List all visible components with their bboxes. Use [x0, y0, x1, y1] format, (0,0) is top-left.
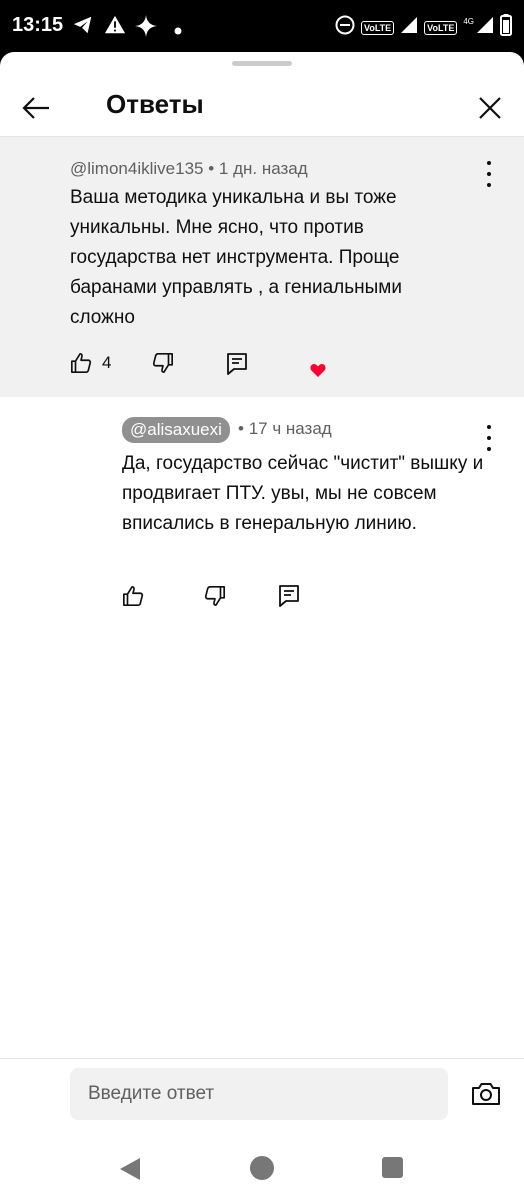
thumb-up-icon: [123, 586, 144, 606]
heart-icon: [310, 364, 326, 377]
nav-back-icon: [120, 1158, 140, 1180]
reply-icon: [227, 353, 247, 375]
bottom-divider: [0, 1058, 524, 1059]
reply-meta: • 17 ч назад: [238, 419, 332, 439]
volte-badge-2: VoLTE: [424, 20, 458, 35]
comment-meta: @limon4iklive135 • 1 дн. назад: [70, 159, 308, 179]
back-button[interactable]: [16, 88, 56, 128]
parent-comment: @limon4iklive135 • 1 дн. назад Ваша мето…: [0, 137, 524, 397]
like-button[interactable]: 4: [70, 352, 111, 374]
reply-author-chip[interactable]: @alisaxuexi: [122, 417, 230, 443]
reply-time: 17 ч назад: [248, 419, 332, 438]
reply-button[interactable]: [226, 352, 248, 376]
reply-icon: [279, 585, 299, 607]
reply-more-options-button[interactable]: [478, 425, 500, 451]
reply-comment: @alisaxuexi • 17 ч назад Да, государство…: [0, 397, 524, 657]
signal-icon-2: [476, 16, 494, 39]
reply-input[interactable]: [70, 1068, 448, 1120]
more-options-button[interactable]: [478, 161, 500, 187]
sparkle-icon: [134, 14, 158, 43]
meta-separator: •: [238, 419, 244, 438]
volte-badge-1: VoLTE: [360, 20, 395, 35]
page-title: Ответы: [106, 89, 204, 119]
reply-text: Да, государство сейчас "чистит" вышку и …: [122, 453, 484, 534]
signal-icon-1: [400, 16, 418, 39]
comment-author[interactable]: @limon4iklive135: [70, 159, 204, 178]
network-type-label: 4G: [463, 17, 474, 26]
close-icon: [479, 97, 501, 119]
like-count: 4: [102, 353, 112, 372]
meta-separator: •: [208, 159, 215, 178]
close-button[interactable]: [470, 88, 510, 128]
replies-sheet: Ответы @limon4iklive135 • 1 дн. назад Ва…: [0, 52, 524, 1200]
camera-icon: [472, 1083, 500, 1105]
more-dot: [487, 172, 491, 176]
status-right-group: VoLTE VoLTE 4G: [335, 14, 512, 41]
more-dot: [487, 425, 491, 429]
creator-heart-badge: [310, 363, 326, 377]
dislike-button[interactable]: [152, 352, 174, 374]
reply-reply-button[interactable]: [278, 584, 300, 608]
more-dot: [487, 183, 491, 187]
telegram-icon: [72, 14, 94, 41]
reply-like-button[interactable]: [122, 585, 144, 607]
camera-button[interactable]: [466, 1076, 506, 1112]
more-dot: [487, 436, 491, 440]
comment-text: Ваша методика уникальна и вы тоже уникал…: [70, 187, 402, 328]
comment-time: 1 дн. назад: [218, 159, 308, 178]
warning-icon: [104, 14, 126, 41]
sheet-header: Ответы: [0, 76, 524, 136]
status-bar: 13:15 VoLTE VoLTE 4G: [0, 0, 524, 52]
battery-icon: [500, 14, 512, 41]
system-nav-bar: [0, 1140, 524, 1200]
more-dot: [487, 161, 491, 165]
thumb-up-icon: [71, 353, 92, 373]
arrow-left-icon: [22, 97, 49, 119]
nav-back-button[interactable]: [118, 1157, 142, 1186]
reply-dislike-button[interactable]: [204, 585, 226, 607]
do-not-disturb-icon: [335, 15, 355, 40]
thumb-down-icon: [152, 353, 173, 373]
thumb-down-icon: [204, 586, 225, 606]
nav-recents-icon[interactable]: [382, 1157, 403, 1178]
drag-handle[interactable]: [232, 61, 292, 66]
notification-dot-icon: [174, 22, 182, 40]
nav-home-icon[interactable]: [250, 1156, 274, 1180]
status-time: 13:15: [12, 14, 64, 36]
